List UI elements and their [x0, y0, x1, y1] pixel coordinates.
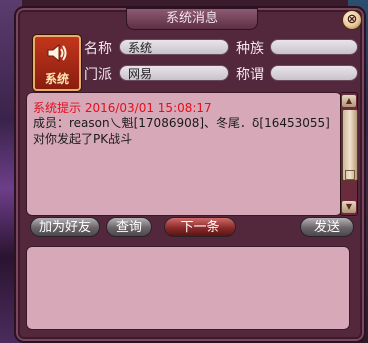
close-button[interactable]: ⊗ [342, 10, 362, 30]
race-label: 种族 [236, 41, 264, 57]
message-body: 成员：reason乀魁[17086908]、冬尾．δ[16453055]对你发起… [33, 116, 330, 146]
name-label: 名称 [84, 41, 112, 57]
sect-field: 网易 [119, 65, 229, 81]
speaker-icon [47, 43, 67, 63]
message-display: 系统提示 2016/03/01 15:08:17 成员：reason乀魁[170… [26, 92, 342, 216]
sender-avatar: 系统 [33, 35, 81, 91]
scroll-down-arrow-icon[interactable]: ▼ [342, 201, 356, 213]
window-title: 系统消息 [126, 8, 258, 30]
next-message-button[interactable]: 下一条 [164, 217, 236, 237]
scroll-up-arrow-icon[interactable]: ▲ [342, 95, 356, 107]
sender-icon-label: 系统 [44, 72, 69, 86]
title-label: 称谓 [236, 67, 264, 83]
reply-input[interactable] [26, 246, 350, 330]
name-field: 系统 [119, 39, 229, 55]
race-field [270, 39, 358, 55]
system-message-window: 系统消息 ⊗ 系统 名称 系统 种族 门派 网易 称谓 系统提示 2016/03… [14, 6, 366, 343]
inquire-button[interactable]: 查询 [106, 217, 152, 237]
message-header: 系统提示 2016/03/01 15:08:17 [33, 101, 212, 115]
message-scrollbar[interactable]: ▲ ▼ [340, 92, 358, 216]
add-friend-button[interactable]: 加为好友 [30, 217, 100, 237]
title-field [270, 65, 358, 81]
scroll-thumb-ornament [345, 170, 355, 180]
sect-label: 门派 [84, 67, 112, 83]
scroll-thumb[interactable] [342, 109, 358, 181]
send-button[interactable]: 发送 [300, 217, 354, 237]
